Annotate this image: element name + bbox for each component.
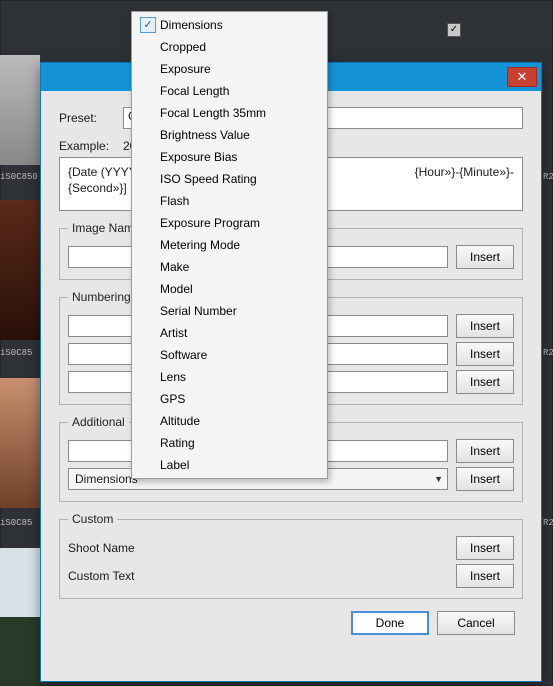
- combo-value: Dimensions: [75, 472, 138, 486]
- dropdown-item[interactable]: Model: [132, 278, 327, 300]
- dropdown-item-label: Brightness Value: [160, 128, 317, 142]
- bg-filename: R2: [543, 172, 553, 182]
- dropdown-item[interactable]: Label: [132, 454, 327, 476]
- close-button[interactable]: ✕: [507, 67, 537, 87]
- bg-filename: iS0C850: [0, 172, 38, 182]
- metadata-dropdown[interactable]: ✓ Dimensions Cropped Exposure Focal Length Fo…: [131, 11, 328, 479]
- dropdown-item-label: Software: [160, 348, 317, 362]
- dropdown-item-label: Metering Mode: [160, 238, 317, 252]
- insert-button[interactable]: Insert: [456, 467, 514, 491]
- custom-text-label: Custom Text: [68, 569, 148, 583]
- bg-thumbnail: [0, 55, 40, 165]
- done-button[interactable]: Done: [351, 611, 429, 635]
- dropdown-item-label: Exposure Program: [160, 216, 317, 230]
- insert-button[interactable]: Insert: [456, 370, 514, 394]
- dropdown-item-label: Focal Length 35mm: [160, 106, 317, 120]
- dropdown-item[interactable]: Exposure Program: [132, 212, 327, 234]
- dropdown-item[interactable]: Rating: [132, 432, 327, 454]
- dropdown-item-label: Flash: [160, 194, 317, 208]
- dropdown-item-label: Exposure: [160, 62, 317, 76]
- check-gutter: ✓: [136, 17, 160, 33]
- bg-filename: R2: [543, 348, 553, 358]
- bg-filename: R2: [543, 518, 553, 528]
- dropdown-item-label: Focal Length: [160, 84, 317, 98]
- dropdown-item-label: Rating: [160, 436, 317, 450]
- insert-button[interactable]: Insert: [456, 439, 514, 463]
- dropdown-item-label: Serial Number: [160, 304, 317, 318]
- dropdown-item[interactable]: Metering Mode: [132, 234, 327, 256]
- dropdown-item[interactable]: ISO Speed Rating: [132, 168, 327, 190]
- example-label: Example:: [59, 139, 123, 153]
- insert-button[interactable]: Insert: [456, 245, 514, 269]
- bg-filename: iS0C85: [0, 348, 32, 358]
- bg-thumbnail: [0, 378, 40, 508]
- dropdown-item-label: Cropped: [160, 40, 317, 54]
- dropdown-item-label: ISO Speed Rating: [160, 172, 317, 186]
- shoot-name-label: Shoot Name: [68, 541, 148, 555]
- insert-button[interactable]: Insert: [456, 314, 514, 338]
- chevron-down-icon: ▼: [434, 474, 443, 484]
- dropdown-item-label: Make: [160, 260, 317, 274]
- cancel-button[interactable]: Cancel: [437, 611, 515, 635]
- dropdown-item-label: GPS: [160, 392, 317, 406]
- dropdown-item[interactable]: ✓ Dimensions: [132, 14, 327, 36]
- dropdown-item-label: Lens: [160, 370, 317, 384]
- dropdown-item[interactable]: Make: [132, 256, 327, 278]
- bg-filename: iS0C85: [0, 518, 32, 528]
- dropdown-item[interactable]: Focal Length 35mm: [132, 102, 327, 124]
- insert-button[interactable]: Insert: [456, 564, 514, 588]
- dropdown-item[interactable]: Flash: [132, 190, 327, 212]
- group-custom: Custom Shoot Name Insert Custom Text Ins…: [59, 512, 523, 599]
- dropdown-item[interactable]: Software: [132, 344, 327, 366]
- dropdown-item[interactable]: GPS: [132, 388, 327, 410]
- dropdown-item[interactable]: Exposure Bias: [132, 146, 327, 168]
- insert-button[interactable]: Insert: [456, 342, 514, 366]
- dropdown-item-label: Altitude: [160, 414, 317, 428]
- dropdown-item[interactable]: Artist: [132, 322, 327, 344]
- dropdown-item-label: Artist: [160, 326, 317, 340]
- bg-thumbnail: [0, 200, 40, 340]
- dropdown-item-label: Model: [160, 282, 317, 296]
- dropdown-item-label: Dimensions: [160, 18, 317, 32]
- legend-custom: Custom: [68, 512, 117, 526]
- dropdown-item[interactable]: Focal Length: [132, 80, 327, 102]
- template-left: {Date (YYYY {Second»}]: [68, 164, 137, 204]
- preset-label: Preset:: [59, 111, 123, 125]
- dropdown-item-label: Exposure Bias: [160, 150, 317, 164]
- dropdown-item[interactable]: Serial Number: [132, 300, 327, 322]
- legend-additional: Additional: [68, 415, 129, 429]
- dropdown-item[interactable]: Cropped: [132, 36, 327, 58]
- dropdown-item[interactable]: Exposure: [132, 58, 327, 80]
- bg-thumbnail: [0, 548, 40, 686]
- legend-numbering: Numbering: [68, 290, 135, 304]
- template-right: {Hour»}-{Minute»}-: [415, 164, 514, 204]
- dropdown-item[interactable]: Brightness Value: [132, 124, 327, 146]
- insert-button[interactable]: Insert: [456, 536, 514, 560]
- dropdown-item[interactable]: Lens: [132, 366, 327, 388]
- dropdown-item-label: Label: [160, 458, 317, 472]
- dropdown-item[interactable]: Altitude: [132, 410, 327, 432]
- check-icon: ✓: [140, 17, 156, 33]
- bg-checkbox[interactable]: ✓: [447, 23, 461, 37]
